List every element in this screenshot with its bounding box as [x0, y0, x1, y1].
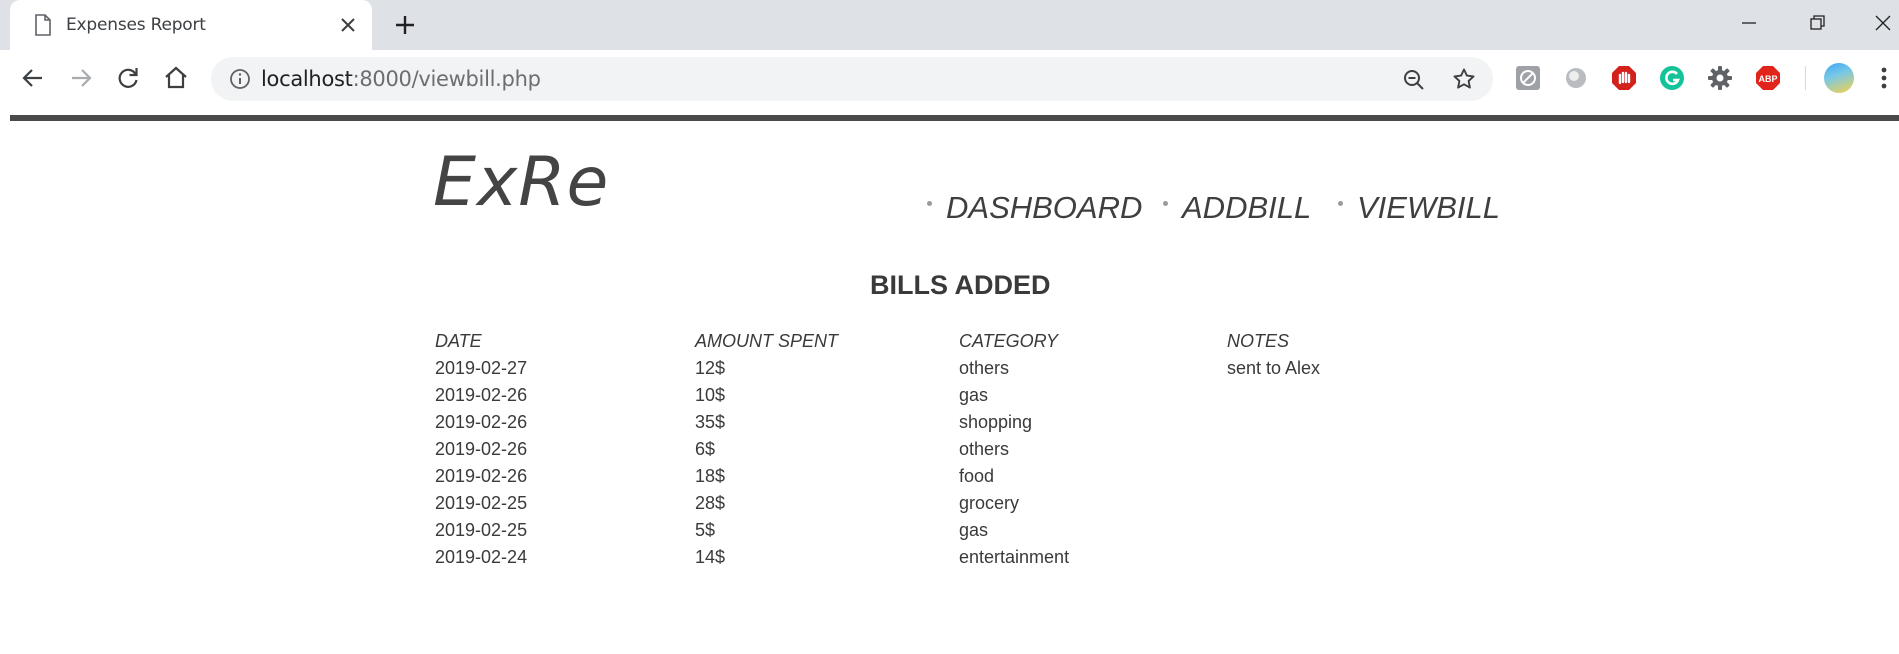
table-row: 2019-02-26 10$ gas	[435, 383, 1435, 410]
column-header-category: CATEGORY	[959, 331, 1059, 351]
home-icon[interactable]	[161, 63, 191, 93]
url-text[interactable]: localhost:8000/viewbill.php	[261, 67, 541, 91]
header-rule	[10, 115, 1899, 121]
minimize-icon[interactable]	[1735, 10, 1763, 36]
cell-category: gas	[959, 385, 989, 405]
cell-notes: sent to Alex	[1227, 358, 1321, 378]
gear-icon[interactable]	[1706, 64, 1734, 92]
page-icon	[35, 14, 51, 36]
table-row: 2019-02-26 35$ shopping	[435, 410, 1435, 437]
zoom-out-icon[interactable]	[1402, 68, 1426, 92]
toolbar-separator	[1805, 66, 1806, 90]
more-vert-icon[interactable]	[1878, 64, 1890, 92]
table-row: 2019-02-27 12$ others sent to Alex	[435, 356, 1435, 383]
extension-gray-icon[interactable]	[1514, 64, 1542, 92]
cell-amount: 12$	[695, 358, 726, 378]
cell-amount: 35$	[695, 412, 726, 432]
tab-title: Expenses Report	[66, 15, 206, 35]
svg-text:ABP: ABP	[1758, 74, 1777, 84]
table-row: 2019-02-25 28$ grocery	[435, 491, 1435, 518]
plus-icon[interactable]	[393, 13, 417, 37]
table-row: 2019-02-24 14$ entertainment	[435, 545, 1435, 572]
restore-icon[interactable]	[1803, 10, 1831, 36]
cell-date: 2019-02-26	[435, 439, 528, 459]
nav-bullet	[927, 201, 932, 206]
abp-icon[interactable]: ABP	[1754, 64, 1782, 92]
profile-avatar[interactable]	[1824, 63, 1854, 93]
table-row: 2019-02-26 18$ food	[435, 464, 1435, 491]
table-header: DATE AMOUNT SPENT CATEGORY NOTES	[435, 329, 1435, 356]
back-arrow-icon[interactable]	[18, 63, 48, 93]
cell-date: 2019-02-25	[435, 493, 528, 513]
adblock-hand-icon[interactable]	[1610, 64, 1638, 92]
page-title: BILLS ADDED	[870, 270, 1051, 300]
cell-date: 2019-02-25	[435, 520, 528, 540]
column-header-amount: AMOUNT SPENT	[695, 331, 839, 351]
table-row: 2019-02-26 6$ others	[435, 437, 1435, 464]
cell-date: 2019-02-26	[435, 385, 528, 405]
table-row: 2019-02-25 5$ gas	[435, 518, 1435, 545]
address-bar[interactable]: localhost:8000/viewbill.php	[211, 57, 1493, 101]
cell-category: shopping	[959, 412, 1033, 432]
browser-toolbar: localhost:8000/viewbill.php ABP	[0, 50, 1899, 107]
column-header-notes: NOTES	[1227, 331, 1290, 351]
url-path: :8000/viewbill.php	[352, 67, 541, 91]
forward-arrow-icon[interactable]	[66, 63, 96, 93]
cell-amount: 14$	[695, 547, 726, 567]
cell-date: 2019-02-27	[435, 358, 528, 378]
browser-tabstrip: Expenses Report	[0, 0, 1899, 50]
nav-bullet	[1163, 201, 1168, 206]
cell-category: grocery	[959, 493, 1020, 513]
cell-date: 2019-02-26	[435, 412, 528, 432]
nav-dashboard-link[interactable]: DASHBOARD	[946, 190, 1142, 226]
cell-category: gas	[959, 520, 989, 540]
reload-icon[interactable]	[113, 63, 143, 93]
bookmark-star-icon[interactable]	[1452, 67, 1476, 91]
cell-date: 2019-02-26	[435, 466, 528, 486]
cell-amount: 28$	[695, 493, 726, 513]
nav-bullet	[1338, 201, 1343, 206]
browser-tab[interactable]: Expenses Report	[10, 0, 372, 50]
cell-category: food	[959, 466, 995, 486]
close-icon[interactable]	[337, 14, 359, 36]
column-header-date: DATE	[435, 331, 482, 351]
bills-table: DATE AMOUNT SPENT CATEGORY NOTES 2019-02…	[435, 329, 1435, 572]
cell-amount: 18$	[695, 466, 726, 486]
cell-amount: 6$	[695, 439, 716, 459]
cell-amount: 5$	[695, 520, 716, 540]
cell-category: others	[959, 439, 1010, 459]
extension-sphere-icon[interactable]	[1562, 64, 1590, 92]
cell-amount: 10$	[695, 385, 726, 405]
nav-addbill-link[interactable]: ADDBILL	[1182, 190, 1311, 226]
window-close-icon[interactable]	[1869, 10, 1897, 36]
cell-category: others	[959, 358, 1010, 378]
cell-category: entertainment	[959, 547, 1070, 567]
url-host: localhost	[261, 67, 353, 91]
grammarly-icon[interactable]	[1658, 64, 1686, 92]
nav-viewbill-link[interactable]: VIEWBILL	[1357, 190, 1500, 226]
site-nav: DASHBOARD ADDBILL VIEWBILL	[0, 190, 1899, 230]
info-icon[interactable]	[229, 68, 251, 90]
cell-date: 2019-02-24	[435, 547, 528, 567]
